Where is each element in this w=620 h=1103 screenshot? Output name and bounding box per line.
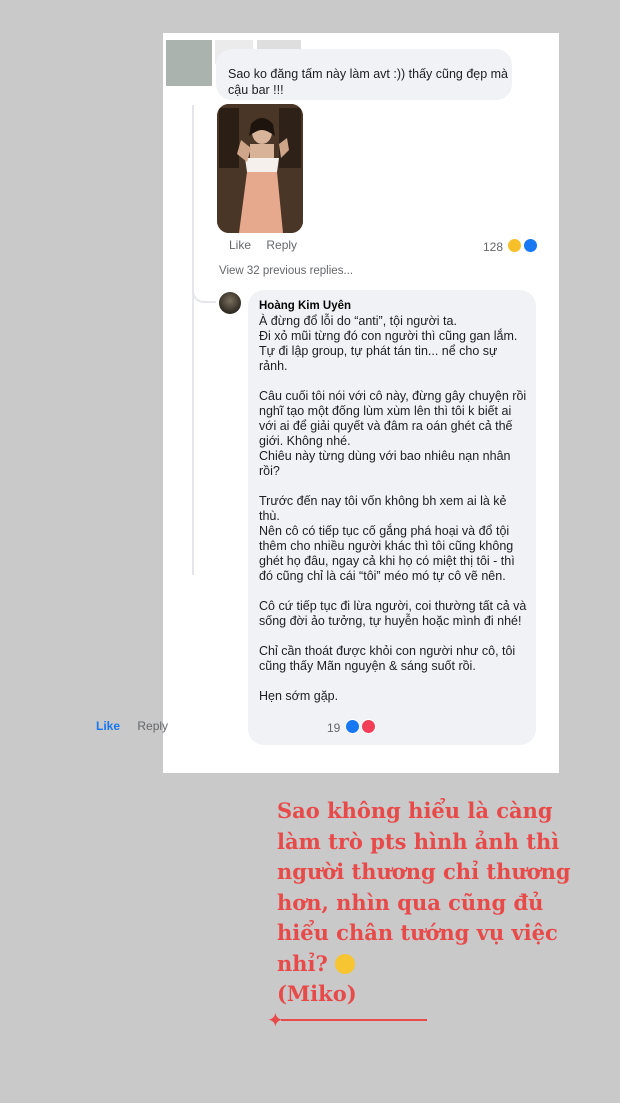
comment-card: Sao ko đăng tấm này làm avt :)) thấy cũn… [163, 33, 559, 773]
reply-actions: Like Reply [96, 719, 168, 733]
reaction-summary[interactable]: 19 [327, 719, 376, 735]
reply-paragraph: Chỉ cần thoát được khỏi con người như cô… [259, 644, 516, 673]
reply-text: À đừng đổ lỗi do “anti”, tội người ta. Đ… [259, 314, 529, 719]
comment-text: Sao ko đăng tấm này làm avt :)) thấy cũn… [228, 67, 509, 97]
reply-paragraph: Câu cuối tôi nói với cô này, đừng gây ch… [259, 389, 527, 478]
reply-paragraph: Cô cứ tiếp tục đi lừa người, coi thường … [259, 599, 527, 628]
caption-text: Sao không hiểu là càng làm trò pts hình … [277, 798, 571, 976]
like-icon [523, 238, 539, 253]
view-previous-replies[interactable]: View 32 previous replies... [219, 265, 353, 277]
like-icon [344, 719, 360, 734]
comment-bubble: Sao ko đăng tấm này làm avt :)) thấy cũn… [216, 49, 512, 100]
reply-bubble: Hoàng Kim Uyên À đừng đổ lỗi do “anti”, … [248, 290, 536, 745]
like-button[interactable]: Like [229, 238, 251, 252]
caption-credit: (Miko) [277, 981, 357, 1006]
reply-paragraph: Trước đến nay tôi vốn không bh xem ai là… [259, 494, 515, 583]
reply-paragraph: Hẹn sớm gặp. [259, 689, 339, 703]
smiley-icon [335, 953, 356, 974]
reply-connector [192, 279, 216, 303]
reply-button[interactable]: Reply [266, 238, 297, 252]
story-caption: Sao không hiểu là càng làm trò pts hình … [277, 796, 597, 1010]
like-button[interactable]: Like [96, 719, 120, 733]
comment-photo[interactable] [217, 104, 303, 233]
avatar[interactable] [166, 40, 212, 86]
haha-icon [507, 238, 523, 253]
reaction-count: 128 [483, 240, 504, 254]
reaction-count: 19 [327, 721, 341, 735]
thread-line [192, 105, 194, 575]
reply-button[interactable]: Reply [137, 719, 168, 733]
avatar[interactable] [219, 292, 241, 314]
reply-paragraph: À đừng đổ lỗi do “anti”, tội người ta. Đ… [259, 314, 518, 373]
reaction-summary[interactable]: 128 [483, 238, 539, 254]
decorative-line [281, 1019, 427, 1021]
author-name[interactable]: Hoàng Kim Uyên [259, 300, 351, 312]
heart-icon [360, 719, 376, 734]
comment-actions: Like Reply [229, 238, 309, 252]
